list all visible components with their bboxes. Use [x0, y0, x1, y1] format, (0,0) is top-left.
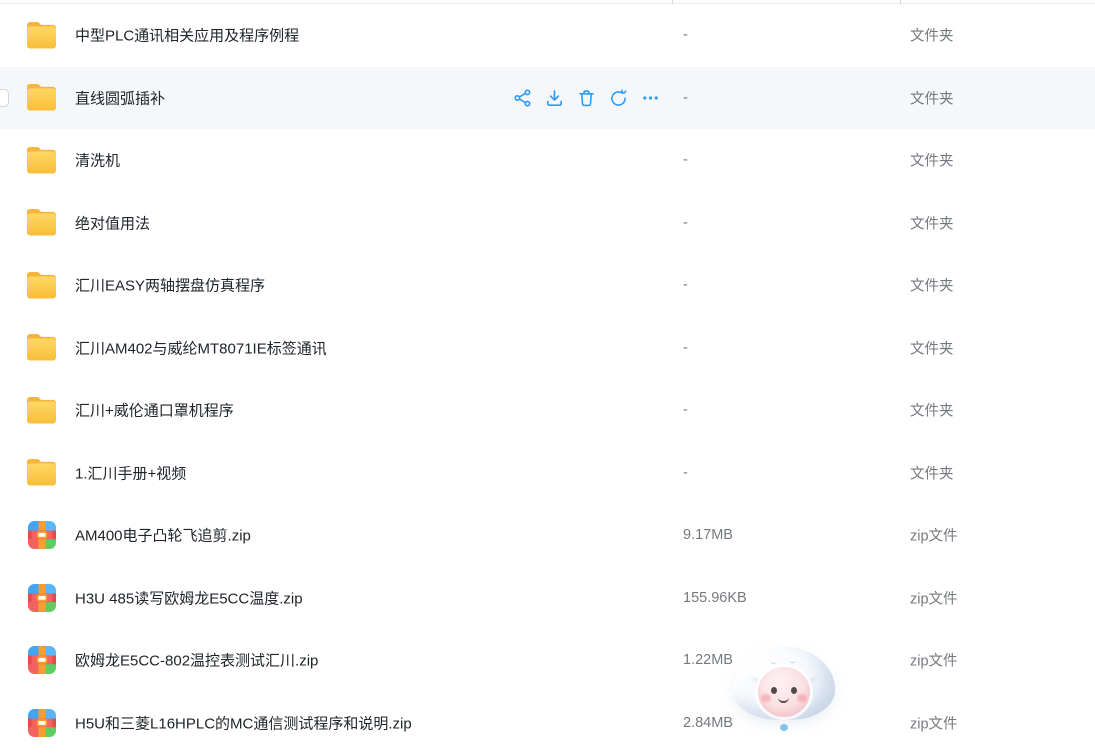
mascot-blush [761, 694, 771, 702]
file-size: - [683, 340, 688, 356]
file-size: 2.84MB [683, 715, 733, 731]
table-row[interactable]: 绝对值用法 - 文件夹 [0, 192, 1095, 255]
file-size: 1.22MB [683, 652, 733, 668]
file-size: - [683, 465, 688, 481]
mascot-helmet-dot [790, 658, 795, 662]
zip-file-icon [25, 583, 58, 613]
file-type: 文件夹 [910, 275, 954, 296]
file-size: - [683, 90, 688, 106]
file-size: - [683, 277, 688, 293]
file-size: 155.96KB [683, 590, 747, 606]
file-type: 文件夹 [910, 87, 954, 108]
table-row[interactable]: 欧姆龙E5CC-802温控表测试汇川.zip 1.22MB zip文件 [0, 629, 1095, 692]
table-row[interactable]: 汇川AM402与威纶MT8071IE标签通讯 - 文件夹 [0, 317, 1095, 380]
zip-file-icon [25, 645, 58, 675]
file-name[interactable]: 汇川AM402与威纶MT8071IE标签通讯 [75, 337, 327, 358]
convert-icon[interactable] [609, 88, 628, 107]
mascot-assistant[interactable] [733, 647, 835, 731]
table-row[interactable]: 1.汇川手册+视频 - 文件夹 [0, 442, 1095, 505]
mascot-helmet-dot [771, 659, 776, 663]
table-row[interactable]: 中型PLC通讯相关应用及程序例程 - 文件夹 [0, 4, 1095, 67]
file-type: zip文件 [910, 525, 958, 546]
file-name[interactable]: 汇川+威伦通口罩机程序 [75, 400, 234, 421]
file-name[interactable]: 中型PLC通讯相关应用及程序例程 [75, 25, 299, 46]
table-row[interactable]: 汇川EASY两轴摆盘仿真程序 - 文件夹 [0, 254, 1095, 317]
table-row[interactable]: H5U和三菱L16HPLC的MC通信测试程序和说明.zip 2.84MB zip… [0, 692, 1095, 754]
table-row[interactable]: AM400电子凸轮飞追剪.zip 9.17MB zip文件 [0, 504, 1095, 567]
table-row[interactable]: 汇川+威伦通口罩机程序 - 文件夹 [0, 379, 1095, 442]
file-type: 文件夹 [910, 25, 954, 46]
mascot-face [758, 667, 810, 717]
file-list: 中型PLC通讯相关应用及程序例程 - 文件夹 直线圆弧插补 [0, 4, 1095, 754]
file-name[interactable]: 绝对值用法 [75, 212, 150, 233]
file-name[interactable]: 1.汇川手册+视频 [75, 462, 186, 483]
file-name[interactable]: 直线圆弧插补 [75, 87, 165, 108]
file-size: - [683, 402, 688, 418]
folder-icon [25, 208, 58, 238]
mascot-eye [771, 687, 777, 694]
file-type: zip文件 [910, 712, 958, 733]
file-name[interactable]: H5U和三菱L16HPLC的MC通信测试程序和说明.zip [75, 712, 412, 733]
row-checkbox[interactable] [0, 89, 9, 107]
folder-icon [25, 333, 58, 363]
folder-icon [25, 458, 58, 488]
download-icon[interactable] [545, 88, 564, 107]
file-type: zip文件 [910, 650, 958, 671]
file-size: - [683, 215, 688, 231]
table-row[interactable]: 直线圆弧插补 - 文件夹 [0, 67, 1095, 130]
file-type: 文件夹 [910, 212, 954, 233]
mascot-mouth [778, 694, 789, 703]
file-size: - [683, 152, 688, 168]
table-row[interactable]: H3U 485读写欧姆龙E5CC温度.zip 155.96KB zip文件 [0, 567, 1095, 630]
zip-file-icon [25, 520, 58, 550]
file-type: zip文件 [910, 587, 958, 608]
file-name[interactable]: 欧姆龙E5CC-802温控表测试汇川.zip [75, 650, 318, 671]
mascot-blush [797, 694, 807, 702]
more-icon[interactable] [641, 88, 660, 107]
table-row[interactable]: 清洗机 - 文件夹 [0, 129, 1095, 192]
file-type: 文件夹 [910, 462, 954, 483]
file-name[interactable]: 清洗机 [75, 150, 120, 171]
folder-icon [25, 395, 58, 425]
file-name[interactable]: AM400电子凸轮飞追剪.zip [75, 525, 251, 546]
file-type: 文件夹 [910, 337, 954, 358]
row-actions [513, 88, 660, 107]
folder-icon [25, 270, 58, 300]
folder-icon [25, 145, 58, 175]
folder-icon [25, 83, 58, 113]
file-name[interactable]: H3U 485读写欧姆龙E5CC温度.zip [75, 587, 303, 608]
delete-icon[interactable] [577, 88, 596, 107]
file-size: 9.17MB [683, 527, 733, 543]
file-name[interactable]: 汇川EASY两轴摆盘仿真程序 [75, 275, 265, 296]
share-icon[interactable] [513, 88, 532, 107]
file-type: 文件夹 [910, 400, 954, 421]
mascot-body-dot [780, 724, 788, 731]
folder-icon [25, 20, 58, 50]
file-type: 文件夹 [910, 150, 954, 171]
zip-file-icon [25, 708, 58, 738]
mascot-helmet [733, 647, 835, 720]
file-size: - [683, 27, 688, 43]
mascot-eye [791, 687, 797, 694]
